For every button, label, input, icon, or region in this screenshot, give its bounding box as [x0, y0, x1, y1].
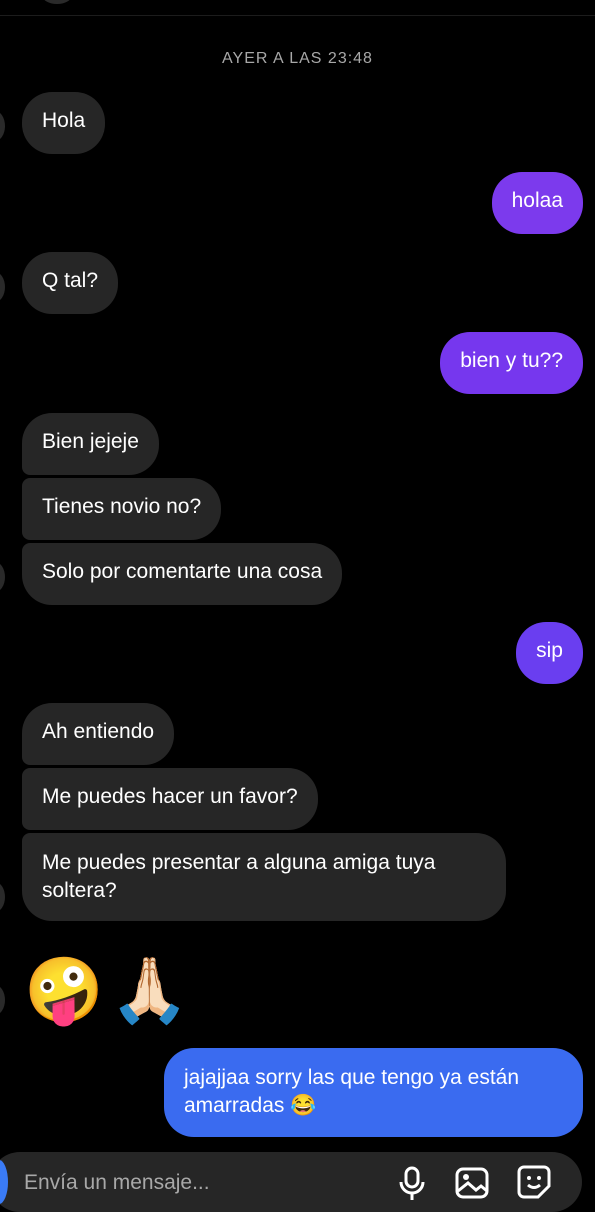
message-text: Hola: [42, 109, 86, 132]
message-text-line: Me puedes presentar a alguna amiga tuya: [42, 851, 436, 874]
folded-hands-emoji: 🙏🏻: [109, 954, 190, 1026]
photo-icon[interactable]: [454, 1164, 490, 1200]
sender-avatar[interactable]: [0, 272, 5, 302]
incoming-message[interactable]: Hola: [22, 92, 106, 154]
outgoing-message[interactable]: sip: [516, 622, 583, 684]
microphone-icon[interactable]: [394, 1164, 430, 1200]
outgoing-message[interactable]: jajajjaa sorry las que tengo ya están am…: [164, 1048, 583, 1137]
header-avatar[interactable]: [42, 0, 72, 4]
incoming-message[interactable]: Solo por comentarte una cosa: [22, 543, 343, 605]
message-input[interactable]: Envía un mensaje...: [24, 1171, 210, 1195]
incoming-message[interactable]: Bien jejeje: [22, 413, 159, 475]
incoming-message[interactable]: Q tal?: [22, 252, 119, 314]
incoming-message[interactable]: Tienes novio no?: [22, 478, 222, 540]
message-text: Bien jejeje: [42, 430, 139, 453]
sender-avatar[interactable]: [0, 985, 5, 1015]
outgoing-message[interactable]: bien y tu??: [440, 332, 583, 394]
message-text: Tienes novio no?: [42, 495, 202, 518]
message-text: holaa: [511, 189, 563, 212]
sender-avatar[interactable]: [0, 882, 5, 912]
sender-avatar[interactable]: [0, 111, 5, 141]
message-text-line: soltera?: [42, 879, 117, 902]
emoji-message[interactable]: 🤪 🙏🏻: [24, 950, 189, 1030]
message-text: Q tal?: [42, 269, 99, 292]
zany-face-emoji: 🤪: [24, 954, 104, 1026]
header-edge: [0, 0, 595, 16]
message-text-line: amarradas 😂: [184, 1094, 317, 1117]
message-text: Me puedes hacer un favor?: [42, 785, 298, 808]
message-timestamp: AYER A LAS 23:48: [222, 50, 373, 67]
message-text: Ah entiendo: [42, 720, 155, 743]
incoming-message[interactable]: Ah entiendo: [22, 703, 175, 765]
sticker-icon[interactable]: [516, 1164, 552, 1200]
message-text: bien y tu??: [460, 349, 563, 372]
sender-avatar[interactable]: [0, 562, 5, 592]
outgoing-message[interactable]: holaa: [491, 172, 583, 234]
message-text: sip: [536, 639, 563, 662]
message-text-line: jajajjaa sorry las que tengo ya están: [184, 1066, 520, 1089]
incoming-message[interactable]: Me puedes presentar a alguna amiga tuya …: [22, 833, 506, 921]
incoming-message[interactable]: Me puedes hacer un favor?: [22, 768, 318, 830]
message-text: Solo por comentarte una cosa: [42, 560, 323, 583]
